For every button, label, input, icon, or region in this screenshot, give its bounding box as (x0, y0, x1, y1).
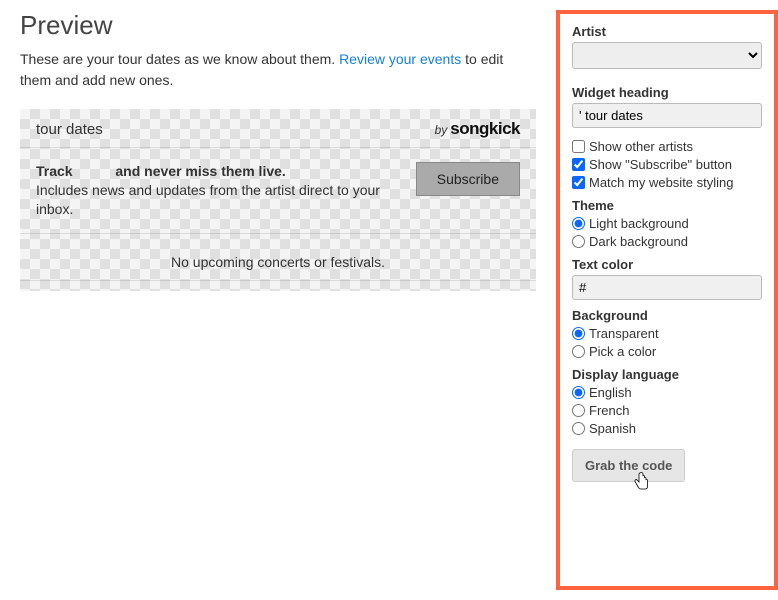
theme-dark-radio[interactable] (572, 235, 585, 248)
grab-code-button[interactable]: Grab the code (572, 449, 685, 482)
lang-fr-radio[interactable] (572, 404, 585, 417)
page-container: Preview These are your tour dates as we … (0, 0, 778, 600)
preview-description: These are your tour dates as we know abo… (20, 49, 536, 91)
widget-footer (20, 281, 536, 291)
widget-preview: tour dates by songkick Track and never m… (20, 109, 536, 291)
widget-title: tour dates (36, 121, 103, 138)
language-label: Display language (572, 367, 762, 382)
preview-heading: Preview (20, 10, 536, 41)
theme-light-label: Light background (589, 216, 689, 231)
match-styling-label: Match my website styling (589, 175, 734, 190)
show-subscribe-label: Show "Subscribe" button (589, 157, 732, 172)
match-styling-checkbox[interactable] (572, 176, 585, 189)
track-block: Track and never miss them live. Includes… (20, 148, 536, 234)
show-other-artists-checkbox[interactable] (572, 140, 585, 153)
preview-panel: Preview These are your tour dates as we … (20, 10, 556, 590)
by-text: by (435, 123, 448, 137)
bg-pick-label: Pick a color (589, 344, 656, 359)
artist-label: Artist (572, 24, 762, 39)
theme-label: Theme (572, 198, 762, 213)
track-desc: Track and never miss them live. Includes… (36, 162, 402, 219)
widget-header: tour dates by songkick (20, 109, 536, 148)
songkick-attribution: by songkick (435, 119, 520, 139)
bg-transparent-label: Transparent (589, 326, 659, 341)
settings-panel: Artist Widget heading Show other artists… (556, 10, 778, 590)
show-other-artists-label: Show other artists (589, 139, 693, 154)
grab-code-label: Grab the code (585, 458, 672, 473)
track-inbox-desc: Includes news and updates from the artis… (36, 182, 380, 217)
text-color-input[interactable] (572, 275, 762, 300)
widget-heading-label: Widget heading (572, 85, 762, 100)
subscribe-button[interactable]: Subscribe (416, 162, 520, 196)
background-label: Background (572, 308, 762, 323)
widget-heading-input[interactable] (572, 103, 762, 128)
no-upcoming-text: No upcoming concerts or festivals. (20, 234, 536, 281)
cursor-hand-icon (633, 472, 651, 497)
lang-en-label: English (589, 385, 632, 400)
preview-desc-before: These are your tour dates as we know abo… (20, 51, 339, 67)
artist-select[interactable] (572, 42, 762, 69)
track-bold-prefix: Track (36, 163, 73, 179)
lang-es-label: Spanish (589, 421, 636, 436)
track-bold-suffix: and never miss them live. (115, 163, 285, 179)
bg-transparent-radio[interactable] (572, 327, 585, 340)
theme-light-radio[interactable] (572, 217, 585, 230)
track-text: Track and never miss them live. Includes… (36, 162, 402, 219)
lang-es-radio[interactable] (572, 422, 585, 435)
review-events-link[interactable]: Review your events (339, 51, 461, 67)
show-subscribe-checkbox[interactable] (572, 158, 585, 171)
theme-dark-label: Dark background (589, 234, 688, 249)
text-color-label: Text color (572, 257, 762, 272)
songkick-logo: songkick (450, 119, 520, 139)
lang-fr-label: French (589, 403, 629, 418)
bg-pick-radio[interactable] (572, 345, 585, 358)
lang-en-radio[interactable] (572, 386, 585, 399)
